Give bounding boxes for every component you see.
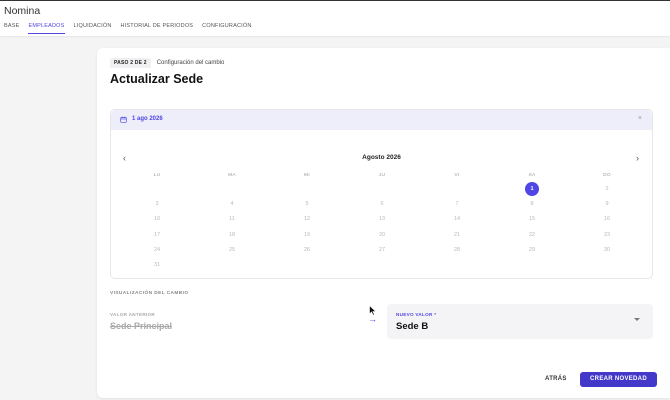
weekday-label: LU bbox=[153, 173, 161, 178]
visualization-label: VISUALIZACIÓN DEL CAMBIO bbox=[110, 291, 189, 296]
change-config-card: PASO 2 DE 2 Configuración del cambio Act… bbox=[97, 48, 670, 398]
calendar-day-selected[interactable]: 1 bbox=[525, 182, 539, 196]
top-bar: Nomina BASE EMPLEADOS LIQUIDACIÓN HISTOR… bbox=[0, 0, 670, 36]
back-button[interactable]: ATRÁS bbox=[545, 376, 567, 382]
calendar-day[interactable]: 30 bbox=[600, 243, 614, 257]
step-label: Configuración del cambio bbox=[156, 60, 225, 66]
new-value-select[interactable]: NUEVO VALOR * Sede B bbox=[387, 304, 653, 339]
app-title: Nomina bbox=[4, 5, 41, 17]
calendar-day[interactable]: 31 bbox=[150, 258, 164, 272]
old-value: Sede Principal bbox=[110, 321, 173, 331]
step-badge: PASO 2 DE 2 bbox=[110, 58, 151, 68]
new-value: Sede B bbox=[396, 321, 429, 332]
calendar-day[interactable]: 26 bbox=[300, 243, 314, 257]
tab-empleados[interactable]: EMPLEADOS bbox=[28, 23, 65, 34]
new-value-label: NUEVO VALOR * bbox=[396, 312, 437, 317]
mouse-cursor-icon bbox=[369, 305, 377, 316]
calendar-day[interactable]: 27 bbox=[375, 243, 389, 257]
weekday-label: MI bbox=[304, 173, 310, 178]
tab-historial-de-periodos[interactable]: HISTORIAL DE PERIODOS bbox=[121, 23, 194, 34]
create-novedad-button[interactable]: CREAR NOVEDAD bbox=[580, 372, 657, 387]
calendar-day[interactable]: 29 bbox=[525, 243, 539, 257]
calendar-month-label: Agosto 2026 bbox=[362, 154, 401, 161]
calendar-day[interactable]: 28 bbox=[450, 243, 464, 257]
calendar-day[interactable]: 19 bbox=[300, 228, 314, 242]
calendar-day[interactable]: 4 bbox=[225, 197, 239, 211]
selected-date-value: 1 ago 2026 bbox=[132, 116, 163, 122]
chevron-right-icon[interactable]: › bbox=[636, 153, 639, 163]
calendar-day[interactable]: 7 bbox=[450, 197, 464, 211]
page-title: Actualizar Sede bbox=[110, 72, 204, 86]
step-indicator: PASO 2 DE 2 Configuración del cambio bbox=[110, 58, 224, 68]
calendar-day[interactable]: 21 bbox=[450, 228, 464, 242]
calendar-day[interactable]: 5 bbox=[300, 197, 314, 211]
calendar-day[interactable]: 25 bbox=[225, 243, 239, 257]
weekday-label: MA bbox=[228, 173, 236, 178]
calendar-day[interactable]: 3 bbox=[150, 197, 164, 211]
calendar-day[interactable]: 2 bbox=[600, 182, 614, 196]
weekday-label: DO bbox=[603, 173, 611, 178]
tab-configuracion[interactable]: CONFIGURACIÓN bbox=[202, 23, 251, 34]
calendar-day[interactable]: 8 bbox=[525, 197, 539, 211]
weekday-label: SA bbox=[528, 173, 536, 178]
calendar-day[interactable]: 9 bbox=[600, 197, 614, 211]
calendar-day[interactable]: 6 bbox=[375, 197, 389, 211]
calendar-day[interactable]: 23 bbox=[600, 228, 614, 242]
weekday-label: JU bbox=[378, 173, 386, 178]
tab-base[interactable]: BASE bbox=[4, 23, 19, 34]
calendar-day[interactable]: 14 bbox=[450, 212, 464, 226]
close-icon[interactable]: × bbox=[638, 115, 642, 122]
calendar-day[interactable]: 12 bbox=[300, 212, 314, 226]
tab-bar: BASE EMPLEADOS LIQUIDACIÓN HISTORIAL DE … bbox=[4, 23, 252, 34]
calendar-day[interactable]: 17 bbox=[150, 228, 164, 242]
calendar-day[interactable]: 18 bbox=[225, 228, 239, 242]
calendar-day[interactable]: 24 bbox=[150, 243, 164, 257]
calendar-day[interactable]: 11 bbox=[225, 212, 239, 226]
calendar-day[interactable]: 10 bbox=[150, 212, 164, 226]
date-field[interactable]: 1 ago 2026 × bbox=[111, 110, 652, 130]
chevron-down-icon bbox=[634, 318, 640, 321]
tab-liquidacion[interactable]: LIQUIDACIÓN bbox=[74, 23, 112, 34]
calendar-day[interactable]: 22 bbox=[525, 228, 539, 242]
calendar-day[interactable]: 16 bbox=[600, 212, 614, 226]
calendar-day[interactable]: 20 bbox=[375, 228, 389, 242]
calendar-day[interactable]: 15 bbox=[525, 212, 539, 226]
date-picker-panel: 1 ago 2026 × ‹ Agosto 2026 › LU MA MI JU VI S… bbox=[110, 109, 653, 279]
old-value-label: VALOR ANTERIOR bbox=[110, 312, 156, 317]
weekday-label: VI bbox=[454, 173, 460, 178]
calendar-icon bbox=[120, 116, 127, 123]
calendar-day[interactable]: 13 bbox=[375, 212, 389, 226]
